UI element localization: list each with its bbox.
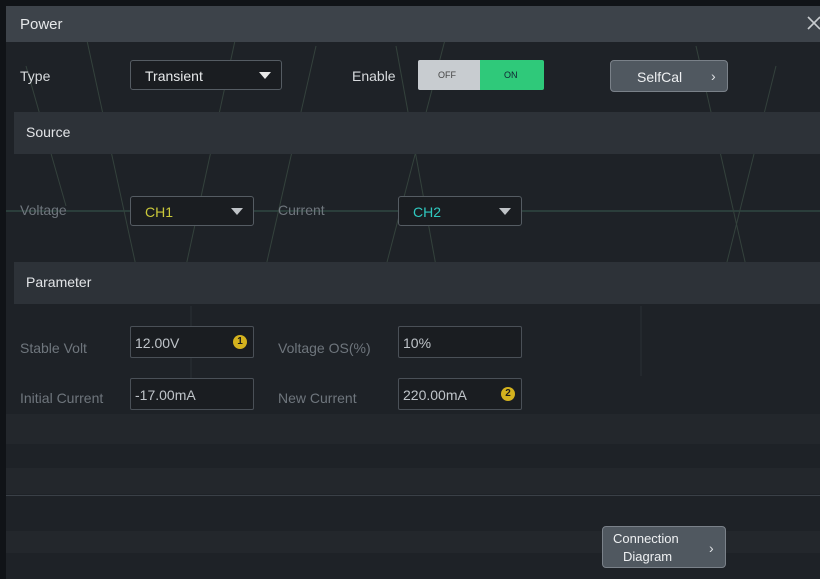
enable-label: Enable [352, 68, 396, 84]
parameter-title: Parameter [26, 274, 92, 290]
voltage-source-value: CH1 [145, 204, 174, 220]
close-icon[interactable] [804, 10, 820, 36]
connection-diagram-line1: Connection [613, 531, 679, 546]
current-source-dropdown[interactable]: CH2 [398, 196, 522, 226]
dialog-title: Power [20, 16, 63, 33]
voltage-source-dropdown[interactable]: CH1 [130, 196, 254, 226]
badge-1: 1 [233, 335, 247, 349]
divider [6, 495, 820, 496]
type-dropdown[interactable]: Transient [130, 60, 282, 90]
chevron-right-icon: › [709, 540, 714, 556]
badge-2: 2 [501, 387, 515, 401]
dialog-titlebar: Power [6, 6, 820, 42]
chevron-right-icon: › [711, 68, 716, 84]
connection-diagram-line2: Diagram [623, 549, 673, 564]
initial-current-input[interactable]: -17.00mA [130, 378, 254, 410]
voltage-os-input[interactable]: 10% [398, 326, 522, 358]
enable-off-label: OFF [438, 70, 456, 80]
new-current-label: New Current [278, 390, 357, 406]
current-label: Current [278, 202, 325, 218]
stable-volt-label: Stable Volt [20, 340, 87, 356]
enable-on-option[interactable]: ON [480, 60, 544, 90]
initial-current-label: Initial Current [20, 390, 104, 406]
enable-on-label: ON [504, 70, 518, 80]
selfcal-label: SelfCal [637, 69, 683, 85]
type-label: Type [20, 68, 51, 84]
initial-current-value: -17.00mA [135, 387, 196, 403]
type-value: Transient [145, 68, 203, 84]
current-source-value: CH2 [413, 204, 442, 220]
voltage-os-value: 10% [403, 335, 432, 351]
chevron-down-icon [499, 208, 511, 215]
enable-toggle[interactable]: OFF ON [418, 60, 544, 90]
stable-volt-value: 12.00V [135, 335, 180, 351]
power-dialog: Power Type Transient Enable OFF ON SelfC… [6, 6, 820, 579]
chevron-down-icon [231, 208, 243, 215]
chevron-down-icon [259, 72, 271, 79]
source-section-header: Source [14, 112, 820, 154]
parameter-section-header: Parameter [14, 262, 820, 304]
row-band [6, 414, 820, 444]
source-title: Source [26, 124, 71, 140]
new-current-value: 220.00mA [403, 387, 467, 403]
enable-off-option[interactable]: OFF [418, 60, 480, 90]
connection-diagram-button[interactable]: Connection Diagram › [602, 526, 726, 568]
voltage-os-label: Voltage OS(%) [278, 340, 371, 356]
voltage-label: Voltage [20, 202, 67, 218]
selfcal-button[interactable]: SelfCal › [610, 60, 728, 92]
new-current-input[interactable]: 220.00mA 2 [398, 378, 522, 410]
row-band [6, 468, 820, 494]
stable-volt-input[interactable]: 12.00V 1 [130, 326, 254, 358]
